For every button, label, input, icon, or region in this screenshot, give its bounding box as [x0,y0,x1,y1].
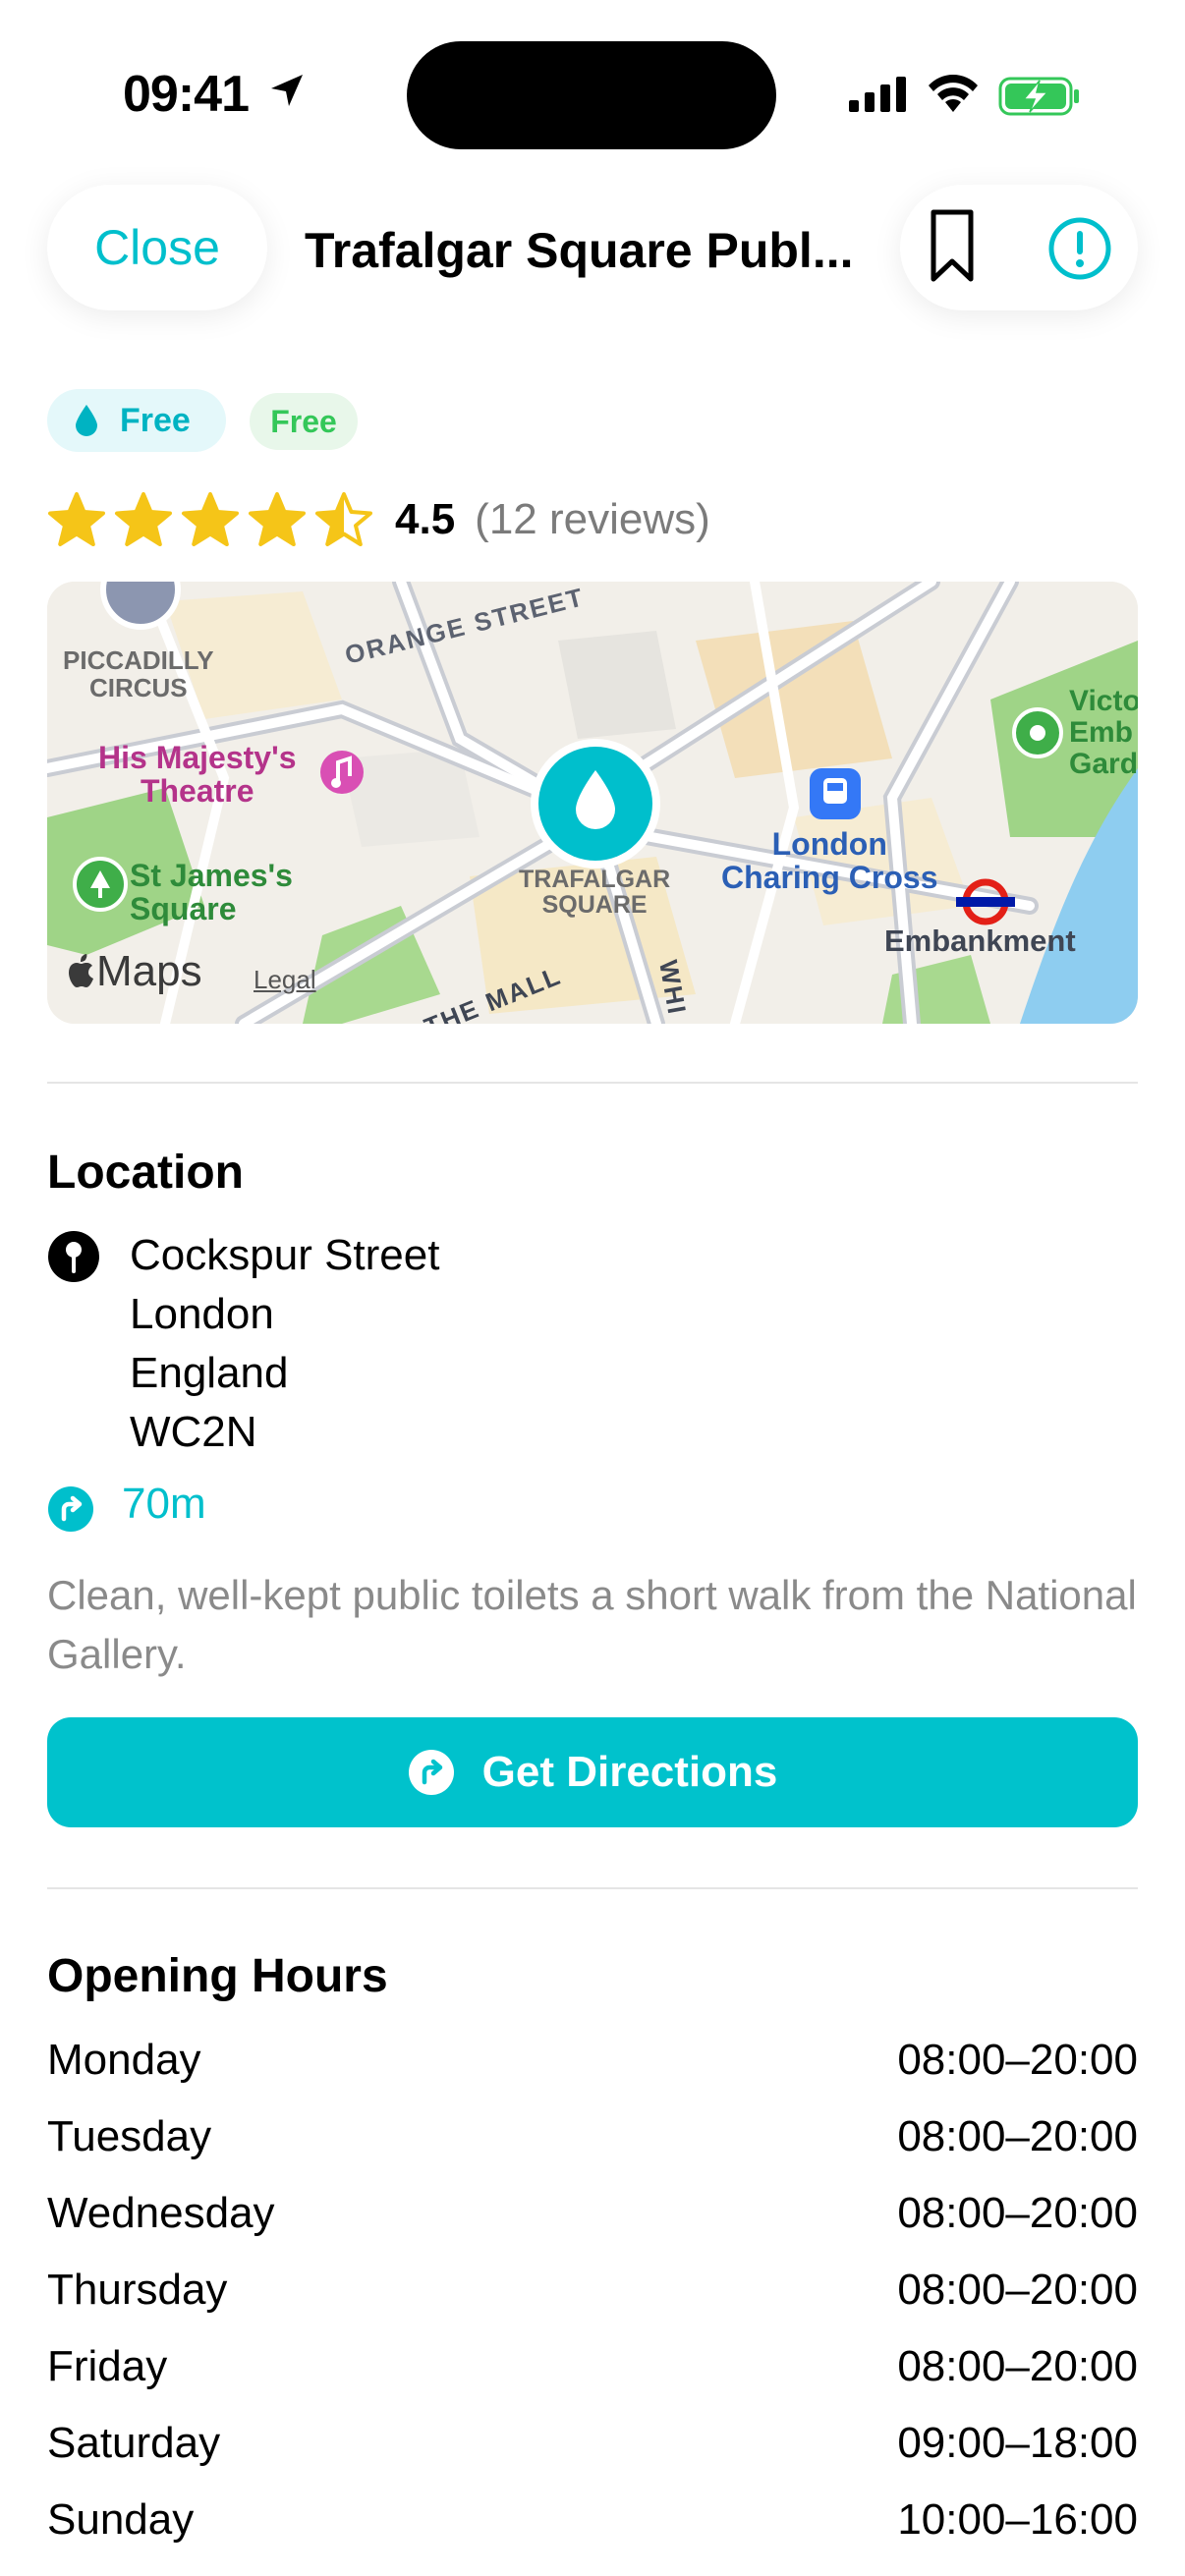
address[interactable]: Cockspur Street London England WC2N [130,1226,439,1462]
description: Clean, well-kept public toilets a short … [47,1572,1137,1677]
map-label-majesty-theatre: His Majesty's Theatre [98,740,297,809]
hours-day: Saturday [47,2419,221,2467]
hours-day: Sunday [47,2495,195,2544]
location-section-title: Location [47,1147,244,1199]
hours-time: 08:00–20:00 [897,2189,1138,2237]
location-pin-icon [48,1231,99,1282]
get-directions-label: Get Directions [481,1748,778,1796]
apple-maps-logo: Maps [67,947,202,996]
hours-section-title: Opening Hours [47,1950,388,2002]
free-badge: Free [250,393,358,450]
wifi-icon [929,75,978,112]
hours-day: Tuesday [47,2112,212,2160]
maps-legal-link[interactable]: Legal [254,965,316,995]
maps-brand-label: Maps [96,947,202,995]
hours-row: Friday 08:00–20:00 [47,2328,1138,2405]
hours-time: 08:00–20:00 [897,2112,1138,2160]
battery-charging-icon [998,77,1079,116]
hours-day: Thursday [47,2266,228,2314]
hours-row: Thursday 08:00–20:00 [47,2252,1138,2328]
map-label-victoria-gardens: Victo Emb Gard [1069,685,1138,780]
address-line: Cockspur Street [130,1231,440,1279]
address-line: London [130,1290,274,1338]
review-count[interactable]: (12 reviews) [475,495,710,544]
map-label-embankment: Embankment [884,924,1076,958]
water-free-badge: Free [47,389,226,452]
info-icon[interactable] [1047,216,1112,281]
hours-time: 10:00–16:00 [897,2495,1138,2544]
hours-time: 09:00–18:00 [897,2419,1138,2467]
location-arrow-icon [271,75,303,106]
hours-day: Wednesday [47,2189,275,2237]
hours-row: Saturday 09:00–18:00 [47,2405,1138,2482]
map-pin-icon[interactable] [527,735,664,872]
star-half-icon [315,492,372,546]
star-full-icon [115,492,172,546]
address-line: WC2N [130,1408,257,1456]
hours-time: 08:00–20:00 [897,2036,1138,2084]
hours-time: 08:00–20:00 [897,2266,1138,2314]
cellular-signal-icon [849,77,906,112]
star-full-icon [48,492,105,546]
star-rating [47,491,373,548]
turn-right-icon [408,1750,454,1795]
divider [47,1082,1138,1084]
hours-row: Sunday 10:00–16:00 [47,2482,1138,2558]
hours-row: Wednesday 08:00–20:00 [47,2175,1138,2252]
hours-day: Monday [47,2036,201,2084]
map-label-st-james-square: St James's Square [130,858,293,926]
hours-time: 08:00–20:00 [897,2342,1138,2390]
star-full-icon [182,492,239,546]
distance-label: 70m [122,1480,206,1528]
status-bar: 09:41 [0,0,1185,187]
close-button[interactable]: Close [47,185,267,310]
address-line: England [130,1349,289,1397]
header: Close Trafalgar Square Publ... [0,177,1185,324]
turn-right-icon [48,1486,93,1532]
dynamic-island [407,41,776,149]
rating-value: 4.5 [395,495,456,543]
bookmark-icon[interactable] [928,208,977,283]
map-label-trafalgar-square: TRAFALGAR SQUARE [519,866,671,919]
hours-row: Tuesday 08:00–20:00 [47,2099,1138,2175]
map-label-charing-cross: London Charing Cross [721,826,938,895]
water-drop-icon [76,405,97,436]
water-badge-label: Free [120,401,191,439]
rating: 4.5 (12 reviews) [47,485,710,554]
opening-hours-list: Monday 08:00–20:00 Tuesday 08:00–20:00 Wed… [47,2022,1138,2558]
apple-logo-icon [69,954,93,987]
status-time: 09:41 [123,66,250,123]
divider [47,1887,1138,1889]
hours-day: Friday [47,2342,168,2390]
star-full-icon [249,492,306,546]
map-view[interactable]: PICCADILLY CIRCUS ORANGE STREET His Maje… [47,582,1138,1024]
map-label-piccadilly: PICCADILLY CIRCUS [63,645,214,702]
hours-row: Monday 08:00–20:00 [47,2022,1138,2099]
page-title: Trafalgar Square Publ... [305,223,854,278]
get-directions-button[interactable]: Get Directions [47,1717,1138,1827]
